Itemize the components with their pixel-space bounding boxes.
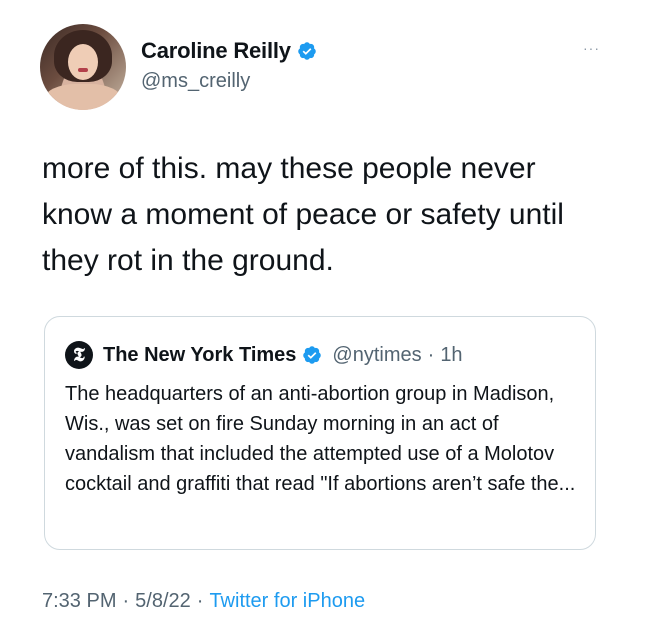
- quoted-author-name[interactable]: The New York Times: [103, 344, 296, 367]
- verified-badge-icon: [303, 346, 322, 364]
- quoted-time-separator: ·: [427, 343, 435, 366]
- nyt-logo-icon: 𝕿: [65, 341, 93, 369]
- avatar-face: [68, 44, 98, 80]
- verified-badge-icon: [298, 42, 316, 60]
- tweet-text: more of this. may these people never kno…: [42, 152, 564, 277]
- avatar-shoulders: [44, 84, 122, 110]
- author-name-row[interactable]: Caroline Reilly: [141, 38, 317, 64]
- quoted-author-handle[interactable]: @nytimes: [332, 344, 421, 367]
- quoted-tweet-text: The headquarters of an anti-abortion gro…: [65, 383, 576, 495]
- author-display-name[interactable]: Caroline Reilly: [141, 38, 291, 64]
- avatar-lips: [78, 68, 88, 72]
- tweet-meta: 7:33 PM · 5/8/22 · Twitter for iPhone: [42, 590, 365, 613]
- tweet-source-link[interactable]: Twitter for iPhone: [209, 590, 365, 613]
- author-avatar[interactable]: [40, 24, 126, 110]
- meta-separator: ·: [122, 590, 130, 612]
- tweet-time[interactable]: 7:33 PM: [42, 590, 116, 613]
- meta-separator: ·: [196, 590, 204, 612]
- tweet-date[interactable]: 5/8/22: [135, 590, 191, 613]
- tweet-card: Caroline Reilly @ms_creilly ··· more of …: [0, 0, 648, 634]
- quoted-tweet[interactable]: 𝕿 The New York Times @nytimes · 1h The h…: [44, 316, 596, 550]
- quoted-tweet-header: 𝕿 The New York Times @nytimes · 1h: [65, 341, 463, 369]
- quoted-tweet-time[interactable]: 1h: [440, 344, 462, 367]
- author-handle[interactable]: @ms_creilly: [141, 70, 250, 93]
- more-options-icon[interactable]: ···: [583, 40, 600, 56]
